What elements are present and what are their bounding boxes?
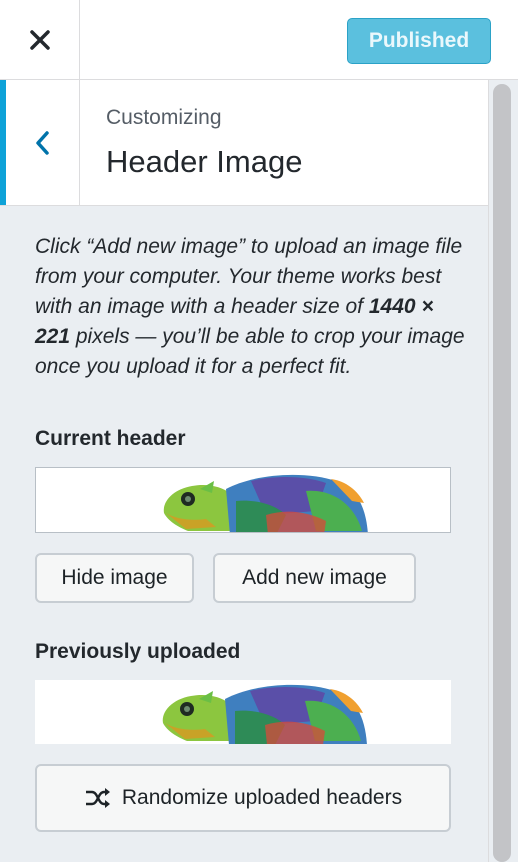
previously-uploaded-label: Previously uploaded [35,640,241,663]
current-header-image [35,467,451,533]
randomize-headers-button[interactable]: Randomize uploaded headers [35,764,451,832]
top-bar: Published [0,0,518,80]
close-button[interactable] [0,0,80,80]
randomize-headers-label: Randomize uploaded headers [121,786,403,809]
description-text: Click “Add new image” to upload an image… [35,235,465,378]
add-new-image-button[interactable]: Add new image [213,553,416,603]
section-title: Header Image [106,144,303,179]
shuffle-icon [85,788,110,808]
publish-button[interactable]: Published [347,18,491,64]
section-header: Customizing Header Image [0,80,488,206]
chameleon-image [162,684,367,744]
previously-uploaded-image[interactable] [35,680,451,744]
chevron-left-icon [35,130,49,155]
hide-image-button[interactable]: Hide image [35,553,194,603]
back-button[interactable] [0,80,80,205]
close-icon [29,30,50,50]
chameleon-image [163,474,368,532]
breadcrumb: Customizing [106,106,222,129]
current-header-label: Current header [35,427,186,450]
scrollbar-thumb[interactable] [493,84,511,862]
